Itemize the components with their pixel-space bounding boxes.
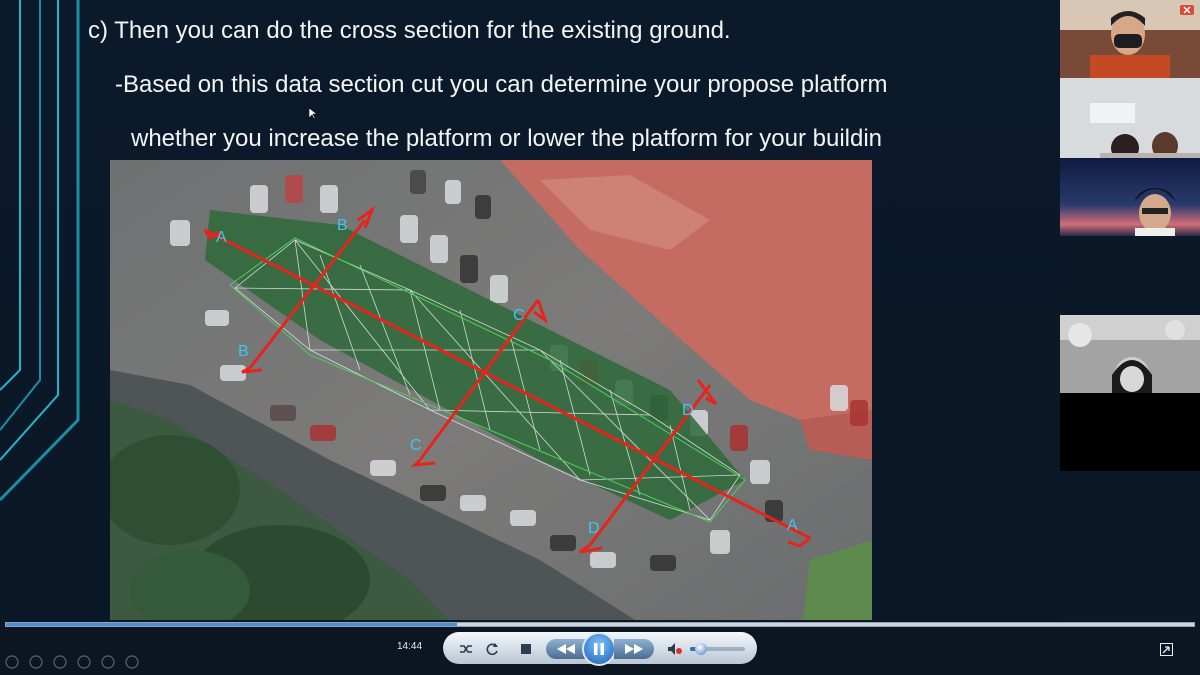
slide-bullet-line-1: -Based on this data section cut you can …	[115, 71, 888, 98]
close-video-icon[interactable]	[1180, 5, 1194, 15]
shuffle-icon	[460, 645, 472, 653]
stop-icon	[521, 644, 531, 654]
fast-forward-icon	[625, 644, 643, 654]
repeat-button[interactable]	[484, 641, 500, 657]
mouse-cursor-icon	[309, 108, 317, 120]
participant-video-2[interactable]	[1060, 78, 1200, 158]
slide-nav-icons	[5, 655, 139, 669]
fast-forward-button[interactable]	[614, 639, 654, 659]
slide-decoration	[0, 0, 80, 502]
seek-bar-progress	[6, 623, 458, 626]
participant-video-5[interactable]	[1060, 393, 1200, 471]
section-label-a-end: A	[787, 517, 798, 534]
section-label-c-end: C	[410, 437, 422, 454]
play-pause-button[interactable]	[582, 632, 616, 666]
current-time: 14:44	[397, 641, 423, 652]
switch-view-button[interactable]	[1158, 641, 1174, 657]
volume-slider[interactable]	[690, 643, 745, 655]
seek-bar[interactable]	[5, 622, 1195, 627]
participant-panel	[1060, 0, 1200, 620]
slide-heading: c) Then you can do the cross section for…	[88, 17, 731, 44]
pause-icon	[594, 643, 604, 655]
stop-button[interactable]	[518, 641, 534, 657]
slide-bullet-line-2: whether you increase the platform or low…	[131, 125, 883, 152]
section-label-b-end: B	[238, 343, 249, 360]
rewind-icon	[557, 644, 575, 654]
shuffle-button[interactable]	[458, 641, 474, 657]
volume-knob[interactable]	[695, 643, 707, 655]
participant-video-3[interactable]	[1060, 158, 1200, 236]
section-label-d-end: D	[588, 520, 600, 537]
switch-view-icon	[1159, 642, 1173, 656]
section-label-a-start: A	[216, 229, 227, 246]
section-label-b-start: B	[337, 217, 348, 234]
participant-video-1[interactable]	[1060, 0, 1200, 78]
section-label-d-start: D	[682, 402, 694, 419]
section-label-c-start: C	[513, 307, 525, 324]
repeat-icon	[486, 643, 498, 656]
aerial-site-image: A A B B C C D D	[110, 160, 872, 642]
participant-video-4[interactable]	[1060, 315, 1200, 393]
mute-icon	[668, 643, 682, 655]
mute-button[interactable]	[666, 641, 684, 657]
rewind-button[interactable]	[546, 639, 586, 659]
